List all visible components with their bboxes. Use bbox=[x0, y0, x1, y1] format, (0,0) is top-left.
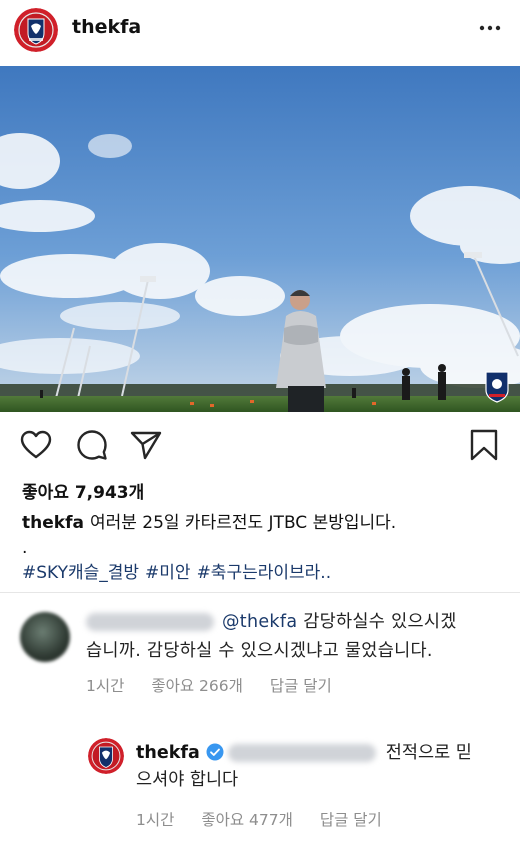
kfa-tiger-emblem-icon bbox=[14, 8, 58, 52]
section-divider bbox=[0, 592, 520, 593]
reply-meta: 1시간 좋아요 477개 답글 달기 bbox=[136, 808, 404, 830]
reply-reply-button[interactable]: 답글 달기 bbox=[320, 811, 382, 829]
post-action-bar bbox=[0, 422, 520, 468]
comment-bubble-icon[interactable] bbox=[75, 428, 109, 462]
caption-username[interactable]: thekfa bbox=[22, 513, 84, 533]
hashtag-link[interactable]: #미안 bbox=[145, 563, 191, 583]
hashtag-link[interactable]: #축구는라이브라 bbox=[197, 563, 321, 583]
caption-text: 여러분 25일 카타르전도 JTBC 본방입니다. bbox=[89, 513, 397, 533]
heart-icon[interactable] bbox=[19, 428, 53, 462]
post-photo[interactable] bbox=[0, 66, 520, 412]
comment-reply-button[interactable]: 답글 달기 bbox=[270, 677, 332, 695]
reply-body: thekfa 전적으로 믿 으셔야 합니다 bbox=[136, 740, 506, 794]
reply-username[interactable]: thekfa bbox=[136, 743, 200, 763]
post-header: thekfa bbox=[0, 0, 520, 60]
likes-number: 7,943개 bbox=[74, 483, 145, 503]
commenter-username-blurred[interactable] bbox=[86, 613, 214, 631]
mentioned-username-blurred[interactable] bbox=[227, 744, 376, 762]
likes-label: 좋아요 bbox=[22, 483, 69, 503]
reply-time: 1시간 bbox=[136, 811, 175, 829]
reply-likes[interactable]: 좋아요 477개 bbox=[201, 811, 293, 829]
comment-meta: 1시간 좋아요 266개 답글 달기 bbox=[86, 674, 354, 696]
comment-body: @thekfa 감당하실수 있으시겠 습니까. 감당하실 수 있으시겠냐고 물었… bbox=[86, 608, 506, 666]
caption-ellipsis: .. bbox=[320, 563, 332, 583]
comment-text-line1: 감당하실수 있으시겠 bbox=[297, 612, 457, 632]
caption-dot: . bbox=[22, 538, 28, 558]
commenter-avatar[interactable] bbox=[20, 612, 70, 662]
reply-avatar[interactable] bbox=[88, 738, 124, 774]
more-dots-icon[interactable] bbox=[478, 16, 502, 40]
caption-hashtags: #SKY캐슬_결방 #미안 #축구는라이브라.. bbox=[22, 561, 502, 586]
header-username[interactable]: thekfa bbox=[72, 16, 141, 38]
hashtag-link[interactable]: #SKY캐슬_결방 bbox=[22, 563, 139, 583]
verified-badge-icon bbox=[206, 743, 224, 761]
bookmark-icon[interactable] bbox=[467, 428, 501, 462]
post-caption: thekfa 여러분 25일 카타르전도 JTBC 본방입니다. . #SKY캐슬… bbox=[22, 511, 502, 586]
likes-count[interactable]: 좋아요 7,943개 bbox=[22, 478, 144, 503]
reply-text-line2: 으셔야 합니다 bbox=[136, 770, 239, 790]
comment-likes[interactable]: 좋아요 266개 bbox=[151, 677, 243, 695]
paper-plane-icon[interactable] bbox=[129, 428, 163, 462]
comment-time: 1시간 bbox=[86, 677, 125, 695]
kfa-tiger-emblem-icon bbox=[88, 738, 124, 774]
comment-mention[interactable]: @thekfa bbox=[222, 612, 297, 632]
comment-text-line2: 습니까. 감당하실 수 있으시겠냐고 물었습니다. bbox=[86, 641, 433, 661]
kfa-avatar[interactable] bbox=[14, 8, 58, 52]
reply-text-line1: 전적으로 믿 bbox=[385, 743, 472, 763]
